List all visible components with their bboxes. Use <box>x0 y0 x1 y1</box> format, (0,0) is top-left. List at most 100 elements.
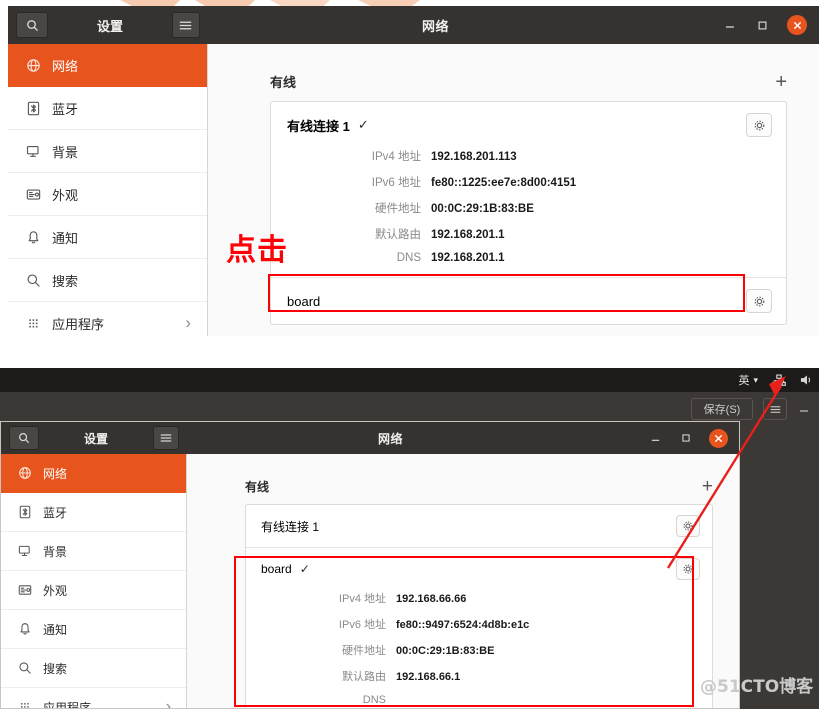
detail-row: IPv6 地址 fe80::9497:6524:4d8b:e1c <box>246 611 712 637</box>
plus-icon[interactable]: + <box>702 477 713 496</box>
volume-icon[interactable] <box>800 374 813 386</box>
checkmark-icon: ✓ <box>299 562 310 576</box>
sidebar-top: 网络蓝牙背景外观通知搜索 应用程序 › <box>8 44 208 336</box>
detail-value: 192.168.201.1 <box>431 252 505 264</box>
sidebar-item-5[interactable]: 搜索 <box>1 649 186 688</box>
detail-label: IPv6 地址 <box>371 177 421 189</box>
minimize-icon[interactable] <box>797 402 811 416</box>
detail-row: 默认路由 192.168.201.1 <box>271 221 786 247</box>
section-title: 有线 <box>245 480 270 494</box>
watermark: @51CTO博客 <box>700 677 814 697</box>
gear-icon[interactable] <box>676 515 700 537</box>
detail-label: DNS <box>396 252 421 264</box>
sidebar-item-label: 外观 <box>52 187 79 203</box>
grid-apps-icon <box>16 700 33 708</box>
annotation-click-label: 点击 <box>226 233 288 268</box>
detail-row: DNS <box>246 689 712 708</box>
sidebar-item-label: 应用程序 <box>43 700 92 709</box>
gear-icon[interactable] <box>676 558 700 580</box>
detail-label: 默认路由 <box>342 671 386 683</box>
detail-label: IPv4 地址 <box>338 593 386 605</box>
sidebar-item-label: 蓝牙 <box>43 505 68 520</box>
search-icon <box>24 273 42 288</box>
search-icon[interactable] <box>9 426 39 450</box>
detail-row: 硬件地址 00:0C:29:1B:83:BE <box>271 195 786 221</box>
detail-row: DNS 192.168.201.1 <box>271 247 786 269</box>
connection-details: IPv4 地址 192.168.201.113 IPv6 地址 fe80::1225:… <box>271 143 786 277</box>
sidebar-item-3[interactable]: 外观 <box>1 571 186 610</box>
connection-name: board <box>261 562 292 576</box>
sidebar-item-1[interactable]: 蓝牙 <box>8 87 207 130</box>
window-title-bottom: 网络 <box>377 431 403 446</box>
globe-icon <box>24 58 42 73</box>
sidebar-item-2[interactable]: 背景 <box>8 130 207 173</box>
section-header-wired-top: 有线 + <box>270 72 787 92</box>
sidebar-item-label: 网络 <box>43 466 68 481</box>
connection-details: IPv4 地址 192.168.66.66 IPv6 地址 fe80::9497:65… <box>246 585 712 708</box>
sidebar-item-5[interactable]: 搜索 <box>8 259 207 302</box>
sidebar-item-4[interactable]: 通知 <box>1 610 186 649</box>
close-icon[interactable] <box>787 15 807 35</box>
sidebar-item-label: 通知 <box>52 230 79 246</box>
titlebar-top: 设置 网络 <box>8 6 819 44</box>
input-method-label: 英 <box>738 375 750 387</box>
checkmark-icon: ✓ <box>357 117 369 132</box>
desktop-topbar: 英 ▾ <box>0 368 819 392</box>
settings-app-title: 设置 <box>83 431 108 446</box>
chevron-down-icon: ▾ <box>753 374 758 385</box>
connection-row[interactable]: board <box>271 278 786 324</box>
connection-row[interactable]: 有线连接 1 ✓ <box>271 102 786 143</box>
search-icon[interactable] <box>16 12 48 38</box>
sidebar-item-label: 搜索 <box>43 661 68 676</box>
gear-icon[interactable] <box>746 289 772 313</box>
detail-label: DNS <box>362 694 386 706</box>
settings-app-title: 设置 <box>96 18 123 34</box>
connection-entry: 有线连接 1 ✓ IPv4 地址 192.168.201.113 IPv6 地址 fe… <box>271 102 786 277</box>
window-title-top: 网络 <box>421 18 449 34</box>
chevron-right-icon: › <box>165 698 171 709</box>
sidebar-item-label: 通知 <box>43 622 68 637</box>
detail-label: IPv6 地址 <box>338 619 386 631</box>
minimize-icon[interactable] <box>723 18 737 32</box>
sidebar-item-4[interactable]: 通知 <box>8 216 207 259</box>
monitor-icon <box>24 144 42 159</box>
sidebar-item-0[interactable]: 网络 <box>8 44 207 87</box>
sidebar-item-label: 应用程序 <box>52 316 105 332</box>
connection-row[interactable]: board ✓ <box>246 548 712 585</box>
plus-icon[interactable]: + <box>775 72 787 92</box>
detail-value: 00:0C:29:1B:83:BE <box>431 203 534 215</box>
detail-label: 硬件地址 <box>375 203 421 215</box>
sidebar-item-label: 外观 <box>43 583 68 598</box>
sidebar-item-6[interactable]: 应用程序 › <box>1 688 186 709</box>
connection-name: 有线连接 1 <box>287 118 350 134</box>
connection-row[interactable]: 有线连接 1 <box>246 505 712 547</box>
content-bottom: 有线 + 有线连接 1 board ✓ IPv4 地址 192.168.66.6… <box>187 454 739 708</box>
sidebar-item-3[interactable]: 外观 <box>8 173 207 216</box>
settings-window-bottom: 设置 网络 网络 蓝牙 背景 外观 通知 搜索 应用程序 › 有线 + 有线连接… <box>0 421 740 709</box>
content-top: 有线 + 有线连接 1 ✓ IPv4 地址 192.168.201.113 IP… <box>208 44 819 336</box>
wired-card-top: 有线连接 1 ✓ IPv4 地址 192.168.201.113 IPv6 地址 fe… <box>270 101 787 325</box>
screenshot-root: 设置 网络 网络 蓝牙 背景 外观 通知 搜索 应用程序 › 有线 + 有线连接… <box>0 0 819 709</box>
hamburger-icon[interactable] <box>763 398 787 420</box>
detail-value: 192.168.201.113 <box>431 151 517 163</box>
bluetooth-icon <box>16 505 33 519</box>
connection-entry: board ✓ IPv4 地址 192.168.66.66 IPv6 地址 fe80:… <box>246 548 712 708</box>
detail-row: 硬件地址 00:0C:29:1B:83:BE <box>246 637 712 663</box>
detail-value: 192.168.66.1 <box>396 671 461 683</box>
input-method-indicator[interactable]: 英 ▾ <box>738 372 758 388</box>
maximize-icon[interactable] <box>755 18 769 32</box>
network-icon[interactable] <box>772 374 786 387</box>
sidebar-item-1[interactable]: 蓝牙 <box>1 493 186 532</box>
sidebar-item-6[interactable]: 应用程序 › <box>8 302 207 336</box>
sidebar-item-label: 蓝牙 <box>52 101 79 117</box>
maximize-icon[interactable] <box>679 432 692 445</box>
save-button[interactable]: 保存(S) <box>691 398 753 420</box>
close-icon[interactable] <box>709 428 728 448</box>
sidebar-item-2[interactable]: 背景 <box>1 532 186 571</box>
minimize-icon[interactable] <box>649 432 662 445</box>
gear-icon[interactable] <box>746 113 772 137</box>
bell-icon <box>24 230 42 245</box>
detail-row: IPv4 地址 192.168.66.66 <box>246 585 712 611</box>
globe-icon <box>16 466 33 480</box>
sidebar-item-0[interactable]: 网络 <box>1 454 186 493</box>
